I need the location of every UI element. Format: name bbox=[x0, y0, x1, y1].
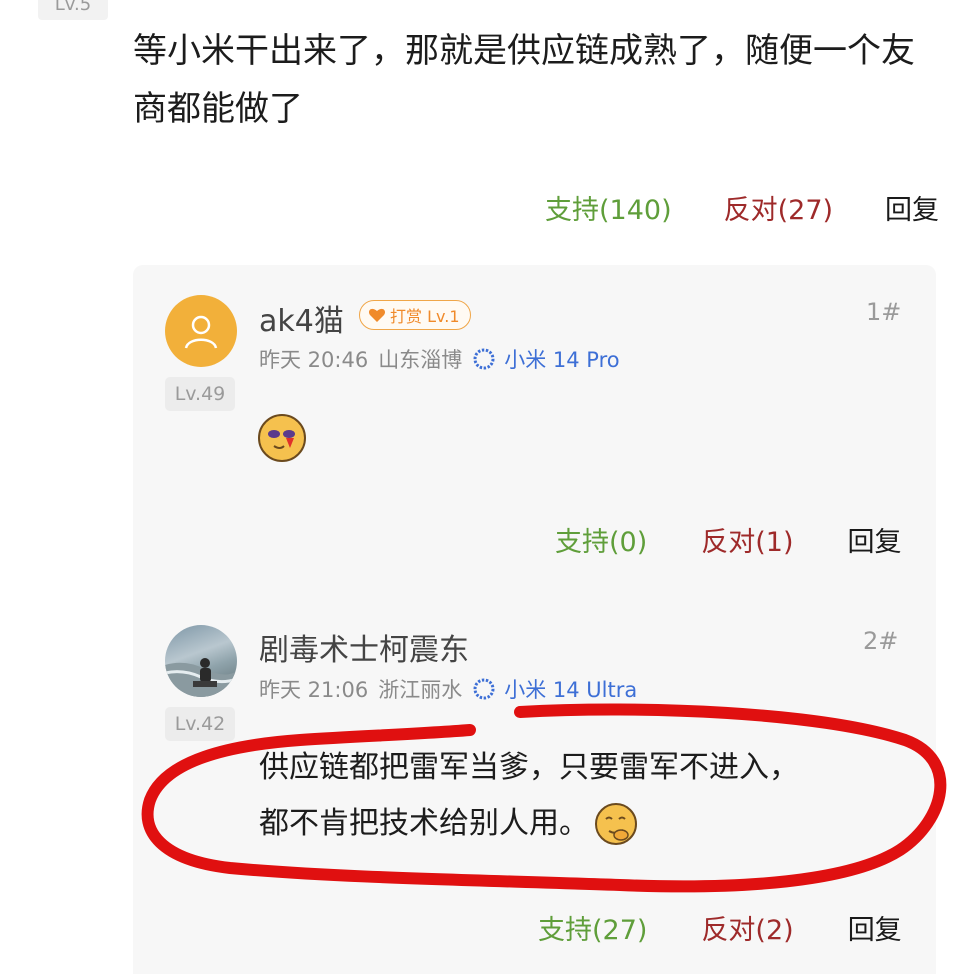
support-button[interactable]: 支持(0) bbox=[555, 520, 647, 559]
device-ring-icon bbox=[473, 348, 495, 370]
device-tag: 小米 14 Ultra bbox=[472, 674, 637, 704]
reply-location: 浙江丽水 bbox=[378, 678, 463, 702]
photo-avatar-icon bbox=[165, 658, 237, 697]
oppose-button[interactable]: 反对(2) bbox=[701, 908, 793, 947]
support-button[interactable]: 支持(140) bbox=[545, 188, 672, 227]
user-level-badge: Lv.42 bbox=[165, 707, 235, 741]
reply-actions: 支持(27) 反对(2) 回复 bbox=[538, 908, 902, 947]
username[interactable]: ak4猫 bbox=[259, 296, 344, 340]
device-ring-icon bbox=[473, 678, 495, 700]
reply-text: 供应链都把雷军当爹，只要雷军不进入， 都不肯把技术给别人用。 bbox=[259, 740, 799, 852]
top-comment-level-badge: Lv.5 bbox=[38, 0, 108, 20]
tip-badge-label: 打赏 Lv.1 bbox=[390, 307, 460, 326]
reply-location: 山东淄博 bbox=[378, 348, 463, 372]
reply-text-line-content: 都不肯把技术给别人用。 bbox=[259, 806, 589, 841]
floor-number: 2# bbox=[863, 627, 899, 655]
avatar[interactable] bbox=[165, 625, 237, 697]
top-comment-actions: 支持(140) 反对(27) 回复 bbox=[545, 188, 939, 227]
reply-meta: 昨天 21:06 浙江丽水 小米 14 Ultra bbox=[259, 674, 637, 704]
avatar[interactable] bbox=[165, 295, 237, 367]
device-name: 小米 14 Pro bbox=[504, 348, 620, 372]
thinking-emoji-icon bbox=[595, 803, 637, 845]
reply-actions: 支持(0) 反对(1) 回复 bbox=[555, 520, 902, 559]
person-icon bbox=[184, 315, 218, 349]
device-tag: 小米 14 Pro bbox=[472, 344, 620, 374]
reply-text-line: 都不肯把技术给别人用。 bbox=[259, 796, 799, 852]
oppose-button[interactable]: 反对(1) bbox=[701, 520, 793, 559]
reply-button[interactable]: 回复 bbox=[885, 188, 939, 227]
user-level-badge: Lv.49 bbox=[165, 377, 235, 411]
device-name: 小米 14 Ultra bbox=[504, 678, 638, 702]
username[interactable]: 剧毒术士柯震东 bbox=[259, 625, 469, 669]
heart-icon bbox=[368, 308, 386, 322]
reply-time: 昨天 21:06 bbox=[259, 678, 369, 702]
top-comment-text: 等小米干出来了，那就是供应链成熟了，随便一个友商都能做了 bbox=[133, 31, 915, 129]
sticker-emoji-icon bbox=[258, 414, 306, 462]
reply-text-line: 供应链都把雷军当爹，只要雷军不进入， bbox=[259, 750, 799, 785]
oppose-button[interactable]: 反对(27) bbox=[724, 188, 833, 227]
reply-meta: 昨天 20:46 山东淄博 小米 14 Pro bbox=[259, 344, 620, 374]
tip-badge: 打赏 Lv.1 bbox=[359, 300, 471, 330]
reply-button[interactable]: 回复 bbox=[848, 520, 902, 559]
floor-number: 1# bbox=[866, 298, 902, 326]
reply-time: 昨天 20:46 bbox=[259, 348, 369, 372]
support-button[interactable]: 支持(27) bbox=[538, 908, 647, 947]
reply-button[interactable]: 回复 bbox=[848, 908, 902, 947]
